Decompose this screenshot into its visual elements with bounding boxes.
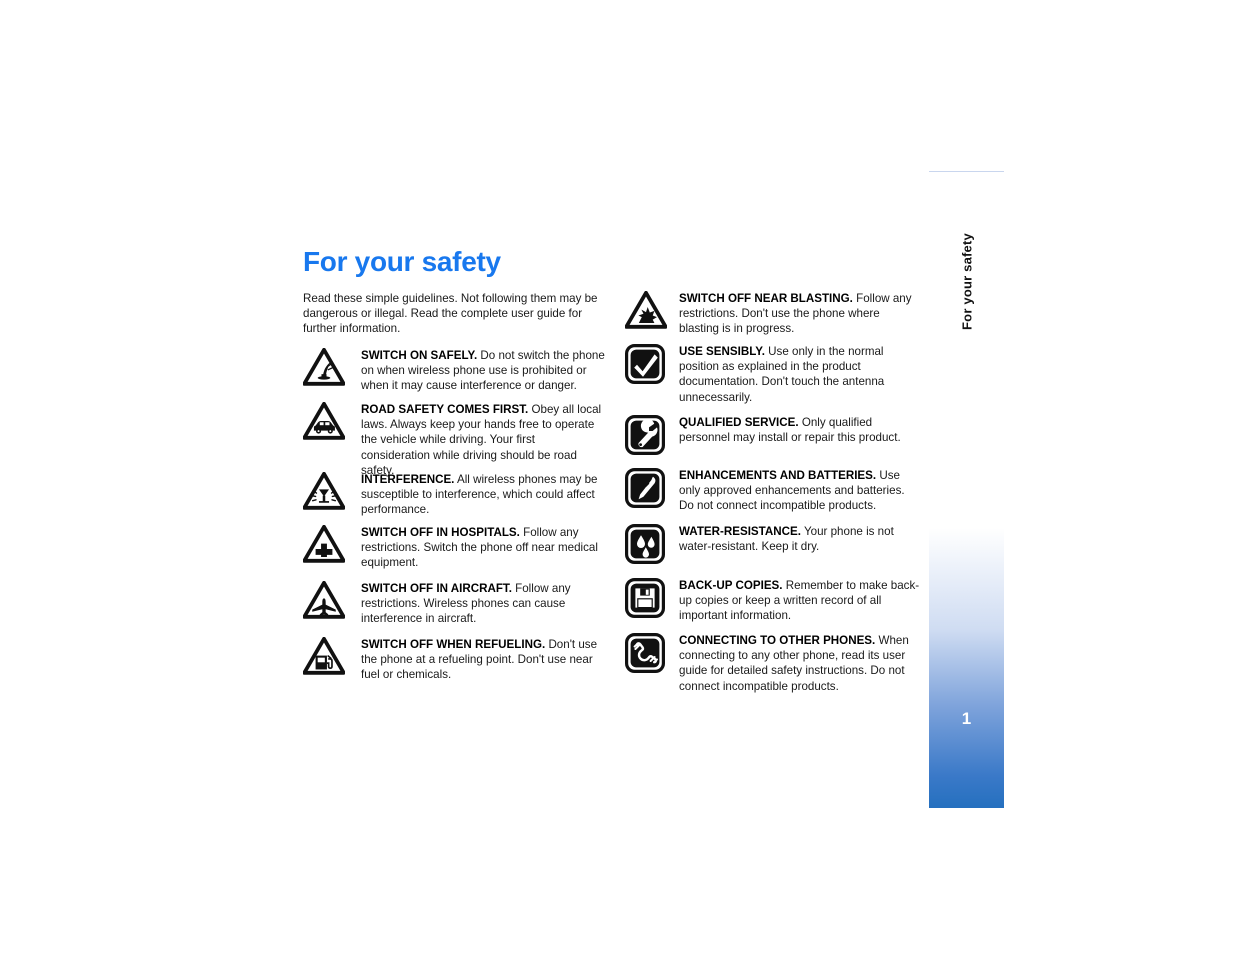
chapter-side-tab: For your safety 1 — [929, 171, 1004, 808]
safety-item-term: SWITCH OFF NEAR BLASTING. — [679, 292, 853, 305]
hospital-cross-icon — [303, 525, 345, 567]
safety-item-text: CONNECTING TO OTHER PHONES. When connect… — [679, 633, 921, 694]
use-sensibly-check-icon — [625, 344, 667, 386]
safety-item-text: QUALIFIED SERVICE. Only qualified person… — [679, 415, 921, 445]
enhancements-batteries-icon — [625, 468, 667, 510]
safety-item-term: ENHANCEMENTS AND BATTERIES. — [679, 469, 877, 482]
aircraft-icon — [303, 581, 345, 623]
blasting-explosion-icon — [625, 291, 667, 333]
intro-paragraph: Read these simple guidelines. Not follow… — [303, 292, 598, 336]
safety-item-term: SWITCH ON SAFELY. — [361, 349, 478, 362]
page-number: 1 — [961, 709, 972, 728]
safety-item-text: USE SENSIBLY. Use only in the normal pos… — [679, 344, 921, 405]
safety-item-term: ROAD SAFETY COMES FIRST. — [361, 403, 529, 416]
safety-item-term: QUALIFIED SERVICE. — [679, 416, 799, 429]
safety-item-text: BACK-UP COPIES. Remember to make back-up… — [679, 578, 921, 624]
water-resistance-droplets-icon — [625, 524, 667, 566]
interference-icon — [303, 472, 345, 514]
safety-item-term: BACK-UP COPIES. — [679, 579, 783, 592]
refueling-pump-icon — [303, 637, 345, 679]
page-title: For your safety — [303, 246, 501, 277]
qualified-service-wrench-icon — [625, 415, 667, 457]
safety-item-text: SWITCH OFF IN AIRCRAFT. Follow any restr… — [361, 581, 607, 627]
road-safety-car-icon — [303, 402, 345, 444]
safety-item-text: ROAD SAFETY COMES FIRST. Obey all local … — [361, 402, 607, 478]
safety-item-term: SWITCH OFF IN AIRCRAFT. — [361, 582, 512, 595]
safety-item-term: CONNECTING TO OTHER PHONES. — [679, 634, 876, 647]
chapter-side-tab-label: For your safety — [959, 233, 975, 330]
safety-item-term: USE SENSIBLY. — [679, 345, 765, 358]
safety-item-text: SWITCH OFF NEAR BLASTING. Follow any res… — [679, 291, 921, 337]
safety-item-text: ENHANCEMENTS AND BATTERIES. Use only app… — [679, 468, 921, 514]
backup-copies-floppy-icon — [625, 578, 667, 620]
safety-item-term: INTERFERENCE. — [361, 473, 455, 486]
safety-item-text: SWITCH OFF WHEN REFUELING. Don't use the… — [361, 637, 607, 683]
switch-on-safely-icon — [303, 348, 345, 390]
safety-item-text: WATER-RESISTANCE. Your phone is not wate… — [679, 524, 921, 554]
safety-item-term: SWITCH OFF IN HOSPITALS. — [361, 526, 520, 539]
safety-item-text: INTERFERENCE. All wireless phones may be… — [361, 472, 607, 518]
safety-item-text: SWITCH OFF IN HOSPITALS. Follow any rest… — [361, 525, 607, 571]
safety-item-term: SWITCH OFF WHEN REFUELING. — [361, 638, 546, 651]
safety-item-text: SWITCH ON SAFELY. Do not switch the phon… — [361, 348, 607, 394]
connecting-other-phones-icon — [625, 633, 667, 675]
safety-item-term: WATER-RESISTANCE. — [679, 525, 801, 538]
